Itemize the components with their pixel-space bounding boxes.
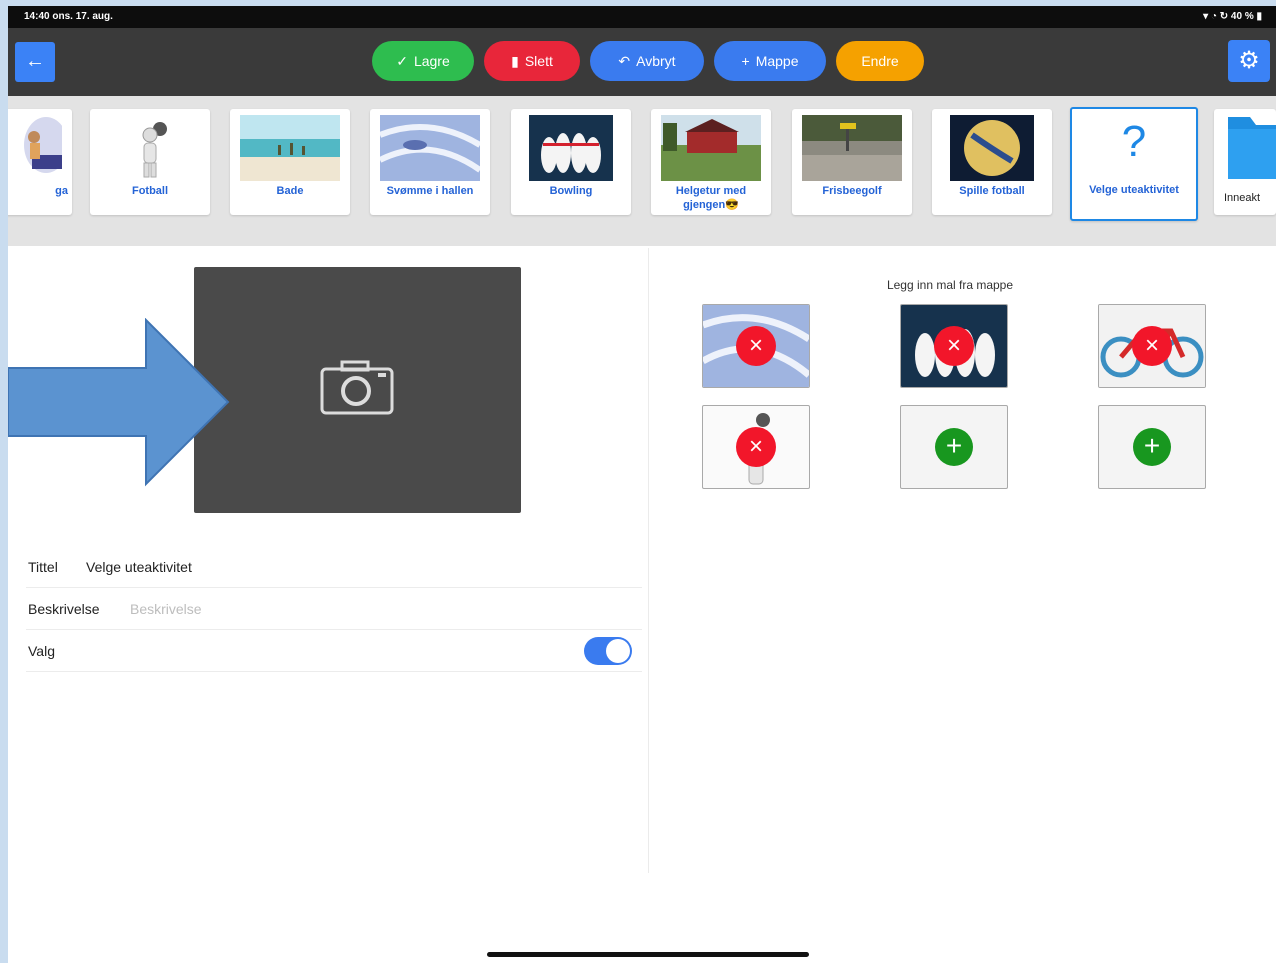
bowling-pins-image (529, 115, 613, 181)
choice-toggle[interactable] (584, 637, 632, 665)
panel-divider (648, 248, 649, 873)
activity-label: Velge uteaktivitet (1089, 184, 1179, 196)
details-form: Tittel Velge uteaktivitet Beskrivelse Be… (26, 546, 642, 672)
template-slot-bowling[interactable]: × (900, 304, 1008, 388)
activity-card-svomme[interactable]: Svømme i hallen (370, 109, 490, 215)
settings-button[interactable]: ⚙ (1228, 40, 1270, 82)
delete-button[interactable]: ▮ Slett (484, 41, 580, 81)
activity-card-velge-uteaktivitet[interactable]: ? Velge uteaktivitet (1070, 107, 1198, 221)
template-slot-bicycle[interactable]: × (1098, 304, 1206, 388)
cancel-button[interactable]: ↶ Avbryt (590, 41, 704, 81)
activity-label: Spille fotball (959, 185, 1025, 197)
football-player-image (142, 122, 167, 178)
photo-picker[interactable] (194, 267, 521, 513)
save-label: Lagre (413, 53, 450, 69)
undo-icon: ↶ (618, 52, 631, 69)
beach-image (240, 115, 340, 181)
activity-card-yoga[interactable]: ga (8, 109, 72, 215)
status-battery: ▾ ◔ ↻ 40 % ▮ (1203, 11, 1262, 22)
remove-icon[interactable]: × (934, 326, 974, 366)
activity-label: Bowling (549, 185, 593, 197)
app-screen: 14:40 ons. 17. aug. ▾ ◔ ↻ 40 % ▮ ← ✓ Lagr… (8, 6, 1276, 963)
football-image (950, 115, 1034, 181)
description-label: Beskrivelse (28, 601, 100, 617)
template-slot-swimming[interactable]: × (702, 304, 810, 388)
home-indicator (487, 952, 809, 957)
frisbee-golf-image (802, 115, 902, 181)
arrow-pointer-icon (8, 318, 230, 487)
activity-label: Inneakt (1224, 192, 1261, 204)
activity-card-frisbeegolf[interactable]: Frisbeegolf (792, 109, 912, 215)
description-row: Beskrivelse Beskrivelse (26, 588, 642, 630)
activity-card-bowling[interactable]: Bowling (511, 109, 631, 215)
title-row: Tittel Velge uteaktivitet (26, 546, 642, 588)
add-icon[interactable]: + (1133, 428, 1171, 466)
question-icon: ? (1121, 117, 1147, 166)
remove-icon[interactable]: × (736, 326, 776, 366)
remove-icon[interactable]: × (736, 427, 776, 467)
activity-card-bade[interactable]: Bade (230, 109, 350, 215)
delete-label: Slett (524, 53, 553, 69)
template-slot-empty[interactable]: + (1098, 405, 1206, 489)
cabin-image (661, 115, 761, 181)
edit-label: Endre (861, 53, 899, 69)
activity-label: Helgetur med gjengen😎 (675, 185, 747, 211)
choice-row: Valg (26, 630, 642, 672)
title-label: Tittel (28, 559, 58, 575)
activity-card-inneakt[interactable]: Inneakt (1214, 109, 1276, 215)
choice-label: Valg (28, 643, 55, 659)
gear-icon: ⚙ (1238, 47, 1260, 74)
top-toolbar: ← ✓ Lagre ▮ Slett ↶ Avbryt + Mappe Endre ⚙ (8, 28, 1276, 96)
activity-label: Frisbeegolf (822, 185, 882, 197)
back-button[interactable]: ← (15, 42, 55, 82)
activity-card-spille-fotball[interactable]: Spille fotball (932, 109, 1052, 215)
activity-label: Svømme i hallen (386, 185, 474, 197)
status-time: 14:40 ons. 17. aug. (24, 11, 113, 22)
toggle-knob (606, 639, 630, 663)
status-bar: 14:40 ons. 17. aug. ▾ ◔ ↻ 40 % ▮ (8, 6, 1276, 28)
yoga-image (24, 117, 62, 173)
description-input[interactable]: Beskrivelse (130, 601, 202, 617)
activity-card-fotball[interactable]: Fotball (90, 109, 210, 215)
template-section-title: Legg inn mal fra mappe (886, 278, 1014, 292)
check-icon: ✓ (396, 52, 408, 69)
template-slot-empty[interactable]: + (900, 405, 1008, 489)
activity-card-helgetur[interactable]: Helgetur med gjengen😎 (651, 109, 771, 215)
folder-button[interactable]: + Mappe (714, 41, 826, 81)
activity-label: Bade (276, 185, 304, 197)
camera-icon (320, 360, 394, 415)
cancel-label: Avbryt (636, 53, 676, 69)
trash-icon: ▮ (511, 52, 519, 69)
back-arrow-icon: ← (25, 50, 45, 72)
remove-icon[interactable]: × (1132, 326, 1172, 366)
folder-icon (1228, 117, 1276, 179)
title-input[interactable]: Velge uteaktivitet (86, 559, 192, 575)
template-slot-football[interactable]: × (702, 405, 810, 489)
swimming-image (380, 115, 480, 181)
plus-icon: + (741, 53, 750, 69)
activity-label: ga (55, 185, 68, 197)
folder-label: Mappe (755, 53, 799, 69)
activity-label: Fotball (131, 185, 169, 197)
add-icon[interactable]: + (935, 428, 973, 466)
save-button[interactable]: ✓ Lagre (372, 41, 474, 81)
edit-button[interactable]: Endre (836, 41, 924, 81)
activity-strip: ga Fotball Bade Svømme i hallen Bowling … (8, 96, 1276, 246)
